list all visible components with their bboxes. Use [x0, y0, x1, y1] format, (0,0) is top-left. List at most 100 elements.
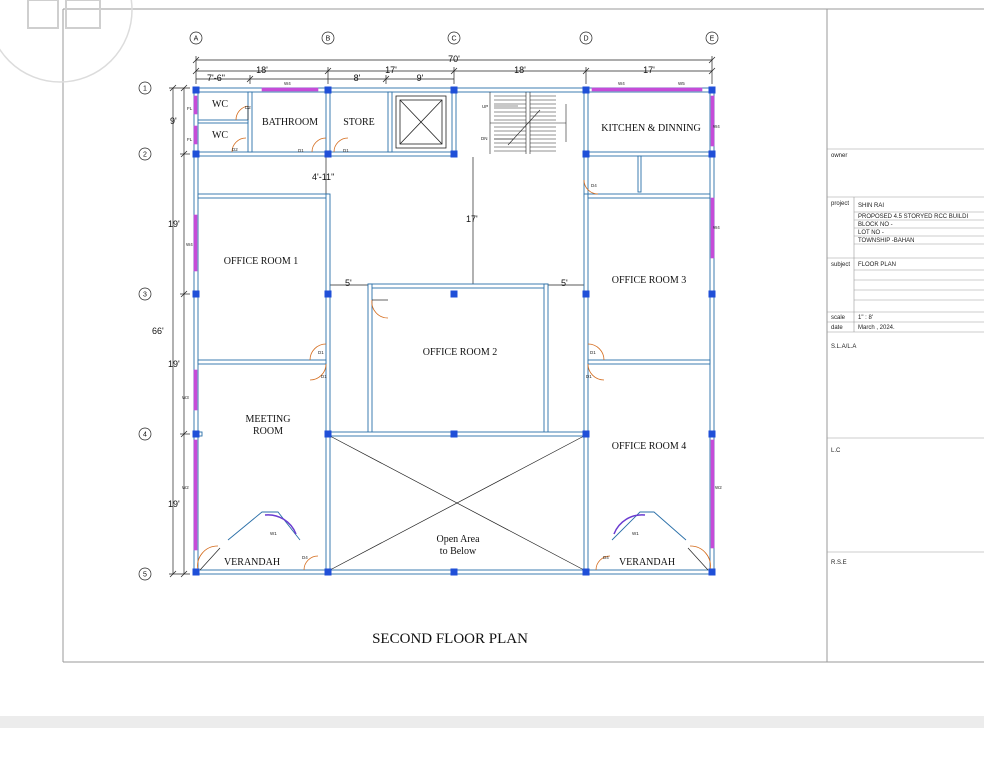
tag-w4-office3: W4 [713, 225, 720, 230]
subject-value: FLOOR PLAN [858, 262, 896, 268]
tag-d4-verandah-right: D4 [603, 555, 609, 560]
room-meeting-line-1: MEETING [246, 414, 291, 425]
column [582, 150, 590, 158]
drawing-title: SECOND FLOOR PLAN [372, 631, 528, 647]
dim-overall-width: 70' [448, 54, 460, 64]
tag-d1-meeting: D1 [321, 374, 327, 379]
column [708, 430, 716, 438]
tag-w4-top-left: W4 [284, 81, 291, 86]
grid-col-c: C [451, 36, 456, 43]
column [582, 290, 590, 298]
tag-w4-office1: W4 [186, 242, 193, 247]
column [192, 86, 200, 94]
tag-fl-1: FL [187, 106, 193, 111]
grid-col-d: D [583, 36, 588, 43]
dim-row-3: 19' [168, 359, 180, 369]
tag-w5: W5 [678, 81, 685, 86]
tag-d1-office4: D1 [586, 374, 592, 379]
column [450, 290, 458, 298]
dim-seg-1: 18' [256, 65, 268, 75]
column [708, 290, 716, 298]
column [192, 290, 200, 298]
tag-fl-2: FL [187, 137, 193, 142]
column [708, 86, 716, 94]
grid-row-1: 1 [143, 86, 147, 93]
column [450, 150, 458, 158]
column [324, 86, 332, 94]
grid-row-2: 2 [143, 152, 147, 159]
subject-label: subject [831, 262, 850, 268]
dim-left-gap: 5' [345, 278, 352, 288]
room-store: STORE [343, 117, 375, 128]
project-line-5: TOWNSHIP -BAHAN [858, 238, 914, 244]
column [192, 150, 200, 158]
owner-label: owner [831, 153, 847, 159]
tag-d2-2: D2 [232, 147, 238, 152]
grid-row-3: 3 [143, 292, 147, 299]
scale-value: 1" : 8' [858, 315, 873, 321]
dim-seg-2: 17' [385, 65, 397, 75]
tag-w3: W3 [182, 395, 189, 400]
room-wc-1: WC [212, 99, 228, 110]
dim-seg-3: 18' [514, 65, 526, 75]
tag-d1-office1: D1 [318, 350, 324, 355]
column [324, 150, 332, 158]
room-office-2: OFFICE ROOM 2 [423, 347, 497, 358]
tag-d1-bath: D1 [298, 148, 304, 153]
grid-row-4: 4 [143, 432, 147, 439]
tag-w1-left: W1 [270, 531, 277, 536]
project-line-3: BLOCK NO - [858, 222, 893, 228]
scale-label: scale [831, 315, 846, 321]
date-value: March , 2024. [858, 325, 895, 331]
open-area-line-1: Open Area [436, 534, 480, 545]
project-line-4: LOT NO - [858, 230, 884, 236]
column [582, 86, 590, 94]
tag-d2-1: D2 [245, 105, 251, 110]
column [324, 430, 332, 438]
tag-d1-office3: D1 [590, 350, 596, 355]
dim-row-2: 19' [168, 219, 180, 229]
bottom-scroll-bar[interactable] [0, 716, 984, 728]
tag-w4-kitchen: W4 [713, 124, 720, 129]
column [582, 430, 590, 438]
grid-col-e: E [710, 36, 715, 43]
stair-up-label: UP [482, 104, 488, 109]
room-bathroom: BATHROOM [262, 117, 318, 128]
room-office-3: OFFICE ROOM 3 [612, 275, 686, 286]
drawing-sheet: owner project SHIN RAI PROPOSED 4.5 STOR… [0, 0, 984, 781]
tag-d1-store: D1 [343, 148, 349, 153]
tag-w2-left: W2 [182, 485, 189, 490]
dim-right-gap: 5' [561, 278, 568, 288]
tag-w1-right: W1 [632, 531, 639, 536]
room-verandah-right: VERANDAH [619, 557, 675, 568]
column [324, 568, 332, 576]
grid-col-a: A [194, 36, 199, 43]
column [708, 568, 716, 576]
room-office-4: OFFICE ROOM 4 [612, 441, 686, 452]
room-verandah-left: VERANDAH [224, 557, 280, 568]
dim-row-4: 19' [168, 499, 180, 509]
dim-corridor: 4'-11" [312, 172, 334, 182]
column [324, 290, 332, 298]
room-office-1: OFFICE ROOM 1 [224, 256, 298, 267]
project-line-1: SHIN RAI [858, 203, 884, 209]
grid-col-b: B [326, 36, 331, 43]
column [450, 568, 458, 576]
date-label: date [831, 325, 843, 331]
column [450, 86, 458, 94]
room-wc-2: WC [212, 130, 228, 141]
room-meeting-line-2: ROOM [253, 426, 283, 437]
tag-w2-right: W2 [715, 485, 722, 490]
dim-sub-3: 9' [417, 73, 424, 83]
column [192, 568, 200, 576]
tag-d4-verandah-left: D4 [302, 555, 308, 560]
stair-dn-label: DN [481, 136, 488, 141]
grid-row-5: 5 [143, 572, 147, 579]
open-area-line-2: to Below [440, 546, 477, 557]
sla-label: S.L.A/L.A [831, 344, 856, 350]
tag-w4-top-right: W4 [618, 81, 625, 86]
dim-row-1: 9' [170, 116, 177, 126]
dim-stair-gap: 17' [466, 214, 478, 224]
room-kitchen: KITCHEN & DINNING [601, 123, 700, 134]
column [192, 430, 200, 438]
